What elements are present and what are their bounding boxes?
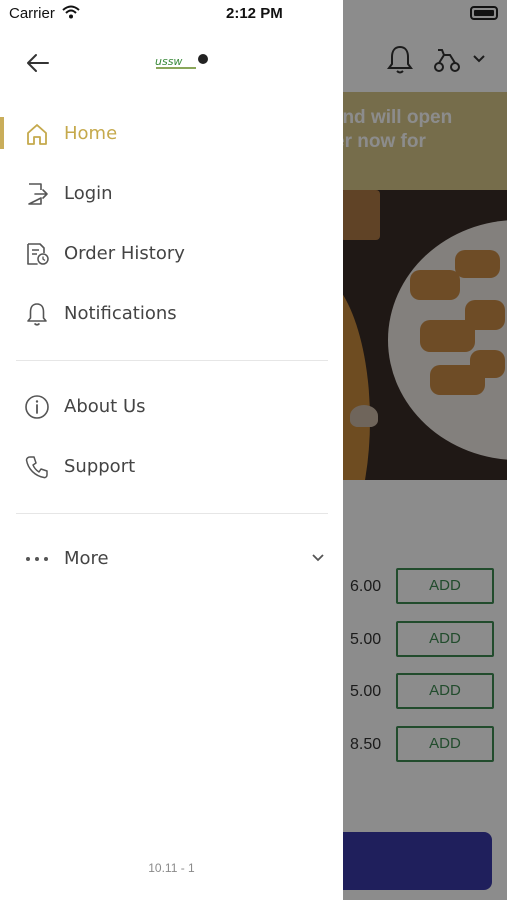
drawer-item-label: About Us <box>64 396 146 417</box>
navigation-drawer: ussw Home Login Order History Notificati… <box>0 0 343 900</box>
drawer-item-label: Login <box>64 183 113 204</box>
login-icon <box>28 183 48 205</box>
divider <box>16 360 328 361</box>
drawer-item-about-us[interactable]: About Us <box>0 382 343 434</box>
drawer-header: ussw <box>0 38 343 88</box>
order-history-icon <box>27 243 49 265</box>
info-icon <box>25 395 49 419</box>
wifi-icon <box>62 5 80 19</box>
drawer-item-notifications[interactable]: Notifications <box>0 289 343 341</box>
drawer-item-label: Home <box>64 123 118 144</box>
phone-icon <box>25 456 48 479</box>
drawer-item-label: Support <box>64 456 136 477</box>
carrier-label: Carrier <box>9 5 55 22</box>
drawer-item-support[interactable]: Support <box>0 442 343 494</box>
clock: 2:12 PM <box>226 5 283 22</box>
drawer-item-label: Notifications <box>64 303 177 324</box>
active-indicator <box>0 117 4 149</box>
chevron-down-icon <box>312 554 324 562</box>
drawer-item-more[interactable]: More <box>0 534 343 586</box>
brand-logo: ussw <box>155 54 208 69</box>
svg-text:ussw: ussw <box>155 55 182 68</box>
drawer-item-label: More <box>64 548 109 569</box>
drawer-item-login[interactable]: Login <box>0 169 343 221</box>
status-bar: Carrier 2:12 PM <box>0 0 507 28</box>
divider <box>16 513 328 514</box>
drawer-item-order-history[interactable]: Order History <box>0 229 343 281</box>
drawer-item-label: Order History <box>64 243 185 264</box>
app-version: 10.11 - 1 <box>148 861 195 875</box>
back-arrow-icon[interactable] <box>20 48 56 78</box>
drawer-item-home[interactable]: Home <box>0 109 343 161</box>
bell-icon <box>27 303 47 326</box>
more-dots-icon <box>26 557 48 561</box>
home-icon <box>27 124 47 145</box>
